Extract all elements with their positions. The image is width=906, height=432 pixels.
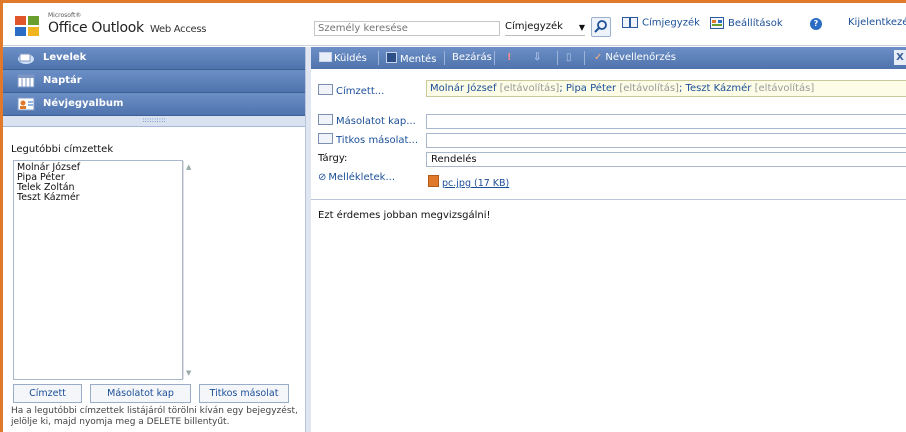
left-navigation: Levelek Naptár Névjegyalbum :::::::::: <box>3 47 305 127</box>
contacts-icon <box>17 97 35 111</box>
options-icon[interactable]: ▯ <box>566 52 572 63</box>
bcc-label: Titkos másolat... <box>336 135 419 146</box>
settings-icon <box>710 17 724 29</box>
check-names-icon: ✓ <box>594 52 603 63</box>
save-icon <box>386 52 397 63</box>
paperclip-icon: ⊘ <box>318 172 327 183</box>
logo-product-name: Office Outlook Web Access <box>48 20 207 36</box>
close-button[interactable]: Bezárás <box>452 52 492 63</box>
recipient-separator: ; <box>559 83 563 94</box>
recent-recipients-title: Legutóbbi címzettek <box>11 144 114 155</box>
recipient-name[interactable]: Teszt Kázmér <box>686 83 752 94</box>
remove-recipient-link[interactable]: [eltávolítás] <box>755 83 815 94</box>
toolbar-separator <box>444 51 445 65</box>
logout-label: Kijelentkezés <box>848 17 906 28</box>
recent-recipients-list[interactable]: Molnár József Pipa Péter Telek Zoltán Te… <box>13 160 191 380</box>
subject-value: Rendelés <box>431 154 477 165</box>
save-button[interactable]: Mentés <box>386 52 436 65</box>
settings-label: Beállítások <box>728 18 783 29</box>
remove-recipient-link[interactable]: [eltávolítás] <box>619 83 679 94</box>
low-importance-icon[interactable]: ⇩ <box>533 52 541 63</box>
recipient-name[interactable]: Pipa Péter <box>566 83 616 94</box>
addressbook-icon <box>318 114 333 125</box>
recipient-name[interactable]: Molnár József <box>430 83 496 94</box>
check-names-label: Névellenőrzés <box>605 52 676 63</box>
subject-label: Tárgy: <box>318 153 348 164</box>
addressbook-link[interactable]: Címjegyzék <box>622 17 700 29</box>
attachments-label-button[interactable]: ⊘ Mellékletek... <box>318 172 395 183</box>
addressbook-icon <box>622 17 638 28</box>
save-label: Mentés <box>400 54 437 65</box>
nav-item-mail[interactable]: Levelek <box>3 47 305 70</box>
attachment-link[interactable]: pc.jpg (17 KB) <box>428 175 509 189</box>
addressbook-icon <box>318 84 333 95</box>
to-label: Címzett... <box>336 86 385 97</box>
bcc-label-button[interactable]: Titkos másolat... <box>318 133 418 146</box>
logo-office-text: Office Outlook <box>48 20 144 36</box>
list-item[interactable]: Teszt Kázmér <box>14 193 182 203</box>
subject-field[interactable]: Rendelés <box>426 152 906 167</box>
to-label-button[interactable]: Címzett... <box>318 84 384 97</box>
logo-owa-text: Web Access <box>150 24 207 35</box>
message-body[interactable]: Ezt érdemes jobban megvizsgálni! <box>318 210 491 221</box>
recipient-list: Molnár József [eltávolítás]; Pipa Péter … <box>430 83 814 94</box>
nav-item-label: Levelek <box>43 52 87 63</box>
cc-field[interactable] <box>426 114 906 129</box>
send-icon <box>319 52 332 62</box>
addressbook-label: Címjegyzék <box>642 17 700 29</box>
logo-microsoft-text: Microsoft® <box>48 12 82 19</box>
scroll-up-icon[interactable]: ▲ <box>186 163 191 171</box>
nav-item-label: Névjegyalbum <box>43 98 124 109</box>
add-cc-button[interactable]: Másolatot kap <box>90 384 191 403</box>
add-to-button[interactable]: Címzett <box>13 384 82 403</box>
nav-item-calendar[interactable]: Naptár <box>3 70 305 93</box>
toolbar-separator <box>494 51 495 65</box>
pane-splitter[interactable] <box>305 47 311 432</box>
settings-link[interactable]: Beállítások <box>710 17 783 29</box>
nav-resize-grip[interactable]: :::::::::: <box>3 116 305 127</box>
office-logo-icon <box>15 16 39 36</box>
scroll-down-icon[interactable]: ▼ <box>186 369 191 377</box>
bcc-field[interactable] <box>426 133 906 148</box>
attachment-name: pc.jpg (17 KB) <box>442 178 510 189</box>
add-bcc-button[interactable]: Titkos másolat <box>199 384 289 403</box>
close-icon[interactable]: X <box>894 50 906 65</box>
cc-label: Másolatot kap... <box>336 116 416 127</box>
toolbar-separator <box>557 51 558 65</box>
help-icon[interactable]: ? <box>810 18 822 30</box>
chevron-down-icon: ▼ <box>578 23 585 32</box>
cc-label-button[interactable]: Másolatot kap... <box>318 114 416 127</box>
nav-item-label: Naptár <box>43 75 82 86</box>
body-divider <box>311 199 906 200</box>
attachments-label: Mellékletek... <box>328 172 396 183</box>
image-file-icon <box>428 175 439 187</box>
recent-delete-hint: Ha a legutóbbi címzettek listájáról törö… <box>11 406 298 427</box>
toolbar-separator <box>584 51 585 65</box>
search-scope-select[interactable]: Címjegyzék ▼ <box>505 21 585 36</box>
send-label: Küldés <box>334 53 367 64</box>
nav-item-contacts[interactable]: Névjegyalbum <box>3 93 305 116</box>
person-search-input[interactable] <box>314 21 500 36</box>
mail-icon <box>18 53 34 64</box>
toolbar-separator <box>378 51 379 65</box>
list-scrollbar[interactable]: ▲ ▼ <box>183 161 195 379</box>
search-icon <box>594 20 607 33</box>
addressbook-icon <box>318 133 333 144</box>
calendar-icon <box>17 74 35 88</box>
send-button[interactable]: Küldés <box>319 52 367 64</box>
search-button[interactable] <box>591 17 611 37</box>
to-field[interactable]: Molnár József [eltávolítás]; Pipa Péter … <box>426 80 906 97</box>
compose-toolbar: Küldés Mentés Bezárás ! ⇩ ▯ ✓ Névellenőrz… <box>311 47 906 69</box>
search-scope-value: Címjegyzék <box>505 21 563 32</box>
recipient-separator: ; <box>678 83 683 94</box>
check-names-button[interactable]: ✓ Névellenőrzés <box>594 52 676 63</box>
high-importance-icon[interactable]: ! <box>507 52 512 63</box>
logout-link[interactable]: Kijelentkezés <box>848 17 906 28</box>
remove-recipient-link[interactable]: [eltávolítás] <box>500 83 560 94</box>
